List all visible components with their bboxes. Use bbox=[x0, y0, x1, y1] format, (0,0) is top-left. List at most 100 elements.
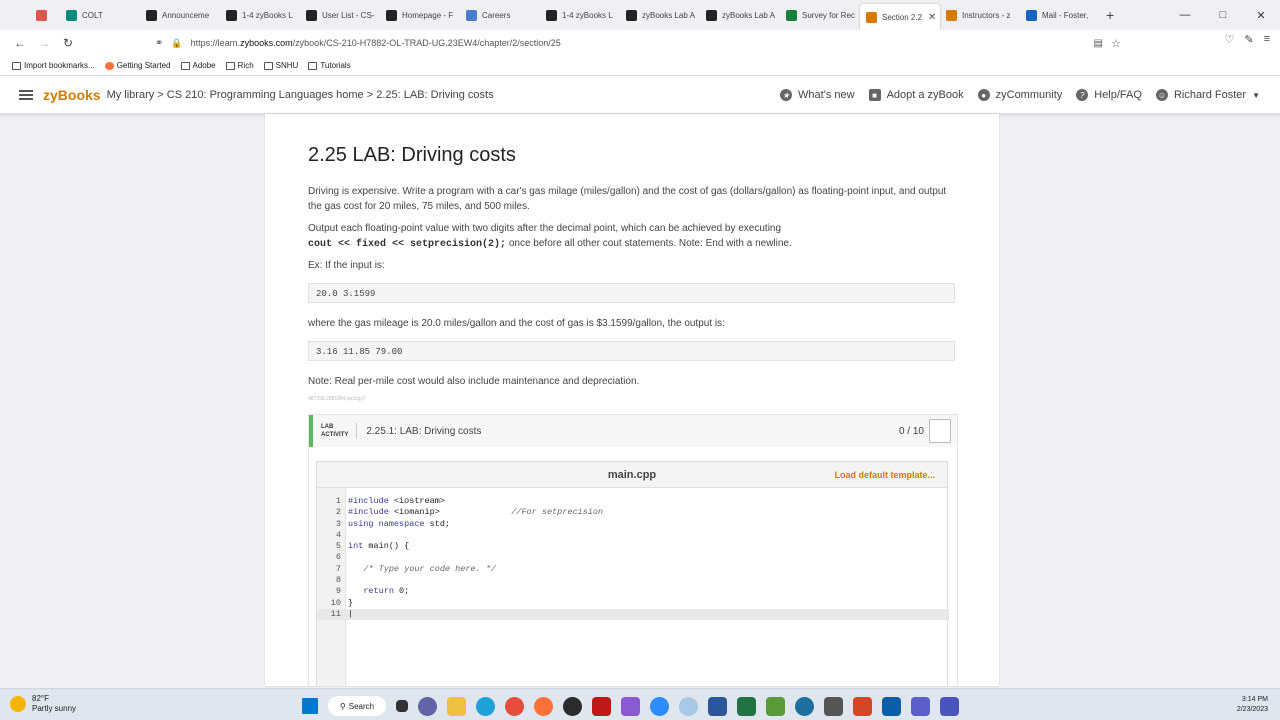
where-text: where the gas mileage is 20.0 miles/gall… bbox=[308, 318, 725, 329]
code-line: 6 bbox=[335, 552, 341, 563]
task-view-icon[interactable] bbox=[396, 700, 408, 712]
windows-start-icon[interactable] bbox=[302, 698, 318, 714]
book-icon: ■ bbox=[868, 89, 881, 101]
back-icon[interactable]: ← bbox=[8, 31, 32, 55]
tab-favicon-icon bbox=[36, 9, 47, 21]
zycommunity-link[interactable]: ● zyCommunity bbox=[977, 89, 1062, 101]
bookmark-tutorials[interactable]: Tutorials bbox=[308, 61, 351, 70]
load-default-template-link[interactable]: Load default template... bbox=[834, 470, 935, 480]
zybooks-logo[interactable]: zyBooks bbox=[43, 87, 101, 103]
whats-new-link[interactable]: ★ What's new bbox=[780, 89, 855, 101]
tab-favicon-icon bbox=[386, 9, 397, 21]
example-label: Ex: If the input is: bbox=[308, 260, 385, 271]
code-line: 9 return 0; bbox=[335, 586, 410, 597]
editor-header: main.cpp Load default template... bbox=[317, 462, 947, 488]
address-bar[interactable]: ⚭ 🔒 https://learn. zybooks.com/zybook/CS-… bbox=[155, 33, 1125, 53]
maximize-icon[interactable]: □ bbox=[1204, 0, 1242, 30]
tab-close-icon[interactable]: ✕ bbox=[928, 12, 936, 23]
browser-tab[interactable]: 1-4 zyBooks L bbox=[540, 0, 620, 30]
minimize-icon[interactable]: — bbox=[1166, 0, 1204, 30]
weather-widget[interactable]: 82°F Partly sunny bbox=[10, 694, 76, 714]
app-icon[interactable] bbox=[795, 696, 814, 716]
windows-taskbar: 82°F Partly sunny ⚲ Search 3:14 PM 2/23/202… bbox=[0, 688, 1280, 720]
tab-favicon-icon bbox=[306, 9, 317, 21]
browser-tab[interactable]: zyBooks Lab A bbox=[700, 0, 780, 30]
close-window-icon[interactable]: ✕ bbox=[1242, 0, 1280, 30]
new-tab-icon[interactable]: + bbox=[1100, 0, 1120, 30]
import-icon bbox=[12, 61, 21, 70]
bookmark-adobe[interactable]: Adobe bbox=[180, 61, 216, 70]
lab-activity-title: 2.25.1: LAB: Driving costs bbox=[366, 425, 482, 437]
tab-label: User List - CS- bbox=[322, 10, 375, 20]
edge-icon[interactable] bbox=[476, 696, 495, 716]
code-lines[interactable]: 1 #include <iostream> 2 #include <iomanip>… bbox=[317, 496, 949, 621]
bookmark-rich[interactable]: Rich bbox=[225, 61, 254, 70]
menu-icon[interactable]: ≡ bbox=[1264, 33, 1270, 46]
shield-icon: ⚭ bbox=[155, 37, 164, 49]
chat-icon[interactable] bbox=[418, 696, 437, 716]
zybooks-header: zyBooks My library > CS 210: Programming… bbox=[0, 76, 1280, 114]
browser-tab[interactable]: 1-4 zyBooks L bbox=[220, 0, 300, 30]
bookmark-getting-started[interactable]: Getting Started bbox=[104, 61, 171, 70]
bookmark-snhu[interactable]: SNHU bbox=[263, 61, 298, 70]
reader-icon[interactable]: ▤ bbox=[1094, 38, 1103, 49]
browser-tab[interactable]: Careers bbox=[460, 0, 540, 30]
forward-icon[interactable]: → bbox=[32, 31, 56, 55]
browser-tab[interactable]: zyBooks Lab A bbox=[620, 0, 700, 30]
calculator-icon[interactable] bbox=[824, 696, 843, 716]
word-icon[interactable] bbox=[708, 696, 727, 716]
firefox-icon[interactable] bbox=[534, 696, 553, 716]
teams-icon-2[interactable] bbox=[940, 696, 959, 716]
zoom-icon[interactable] bbox=[650, 696, 669, 716]
code-line: 10} bbox=[330, 597, 354, 608]
browser-tab[interactable]: Announceme bbox=[140, 0, 220, 30]
tab-favicon-icon bbox=[546, 9, 557, 21]
dell-icon[interactable] bbox=[563, 696, 582, 716]
tab-label: 1-4 zyBooks L bbox=[242, 10, 293, 20]
browser-tab[interactable]: Survey for Rec bbox=[780, 0, 860, 30]
visual-studio-icon[interactable] bbox=[621, 696, 640, 716]
taskbar-search[interactable]: ⚲ Search bbox=[328, 696, 386, 716]
powerpoint-icon[interactable] bbox=[853, 696, 872, 716]
store-icon[interactable] bbox=[882, 696, 901, 716]
puzzle-icon[interactable] bbox=[766, 696, 785, 716]
extensions-icon[interactable]: ✎ bbox=[1244, 33, 1253, 46]
reload-icon[interactable]: ↻ bbox=[56, 31, 80, 55]
help-faq-link[interactable]: ? Help/FAQ bbox=[1076, 89, 1142, 101]
user-menu[interactable]: ☺ Richard Foster ▼ bbox=[1155, 89, 1260, 101]
help-icon: ? bbox=[1076, 89, 1089, 101]
sun-icon bbox=[10, 696, 26, 712]
tab-favicon-icon bbox=[226, 9, 237, 21]
bookmark-star-icon[interactable]: ☆ bbox=[1111, 37, 1121, 50]
tab-label: Careers bbox=[482, 10, 511, 20]
mcafee-icon[interactable] bbox=[592, 696, 611, 716]
browser-tab[interactable]: COLT bbox=[60, 0, 140, 30]
bookmark-import[interactable]: Import bookmarks... bbox=[12, 61, 95, 70]
browser-icon[interactable] bbox=[679, 696, 698, 716]
code-line: 1 #include <iostream> bbox=[335, 496, 445, 506]
lab-activity-tag: LAB ACTIVITY bbox=[321, 423, 358, 439]
section-content: 2.25 LAB: Driving costs Driving is expen… bbox=[265, 114, 999, 686]
breadcrumb[interactable]: My library > CS 210: Programming Languag… bbox=[107, 89, 494, 101]
browser-tab[interactable]: Homepage - F bbox=[380, 0, 460, 30]
browser-tab[interactable] bbox=[30, 0, 60, 30]
code-line: 7 /* Type your code here. */ bbox=[335, 563, 496, 574]
adopt-zybook-link[interactable]: ■ Adopt a zyBook bbox=[868, 89, 964, 101]
teams-icon[interactable] bbox=[911, 696, 930, 716]
taskbar-clock[interactable]: 3:14 PM 2/23/2023 bbox=[1237, 695, 1268, 715]
hamburger-menu-icon[interactable] bbox=[19, 88, 33, 102]
output-example: 3.16 11.85 79.00 bbox=[308, 341, 955, 361]
pocket-icon[interactable]: ♡ bbox=[1224, 33, 1234, 46]
browser-tab[interactable]: Instructors - z bbox=[940, 0, 1020, 30]
browser-tab[interactable]: Mail - Foster, bbox=[1020, 0, 1100, 30]
browser-tab-active[interactable]: Section 2.2 ✕ bbox=[860, 4, 940, 30]
tab-label: Homepage - F bbox=[402, 10, 454, 20]
excel-icon[interactable] bbox=[737, 696, 756, 716]
file-explorer-icon[interactable] bbox=[447, 696, 466, 716]
chrome-icon[interactable] bbox=[505, 696, 524, 716]
browser-tab[interactable]: User List - CS- bbox=[300, 0, 380, 30]
tab-label: Instructors - z bbox=[962, 10, 1011, 20]
taskbar-apps: ⚲ Search bbox=[302, 696, 959, 716]
gift-icon: ★ bbox=[780, 89, 793, 101]
code-editor[interactable]: main.cpp Load default template... 1 #incl… bbox=[316, 461, 949, 686]
